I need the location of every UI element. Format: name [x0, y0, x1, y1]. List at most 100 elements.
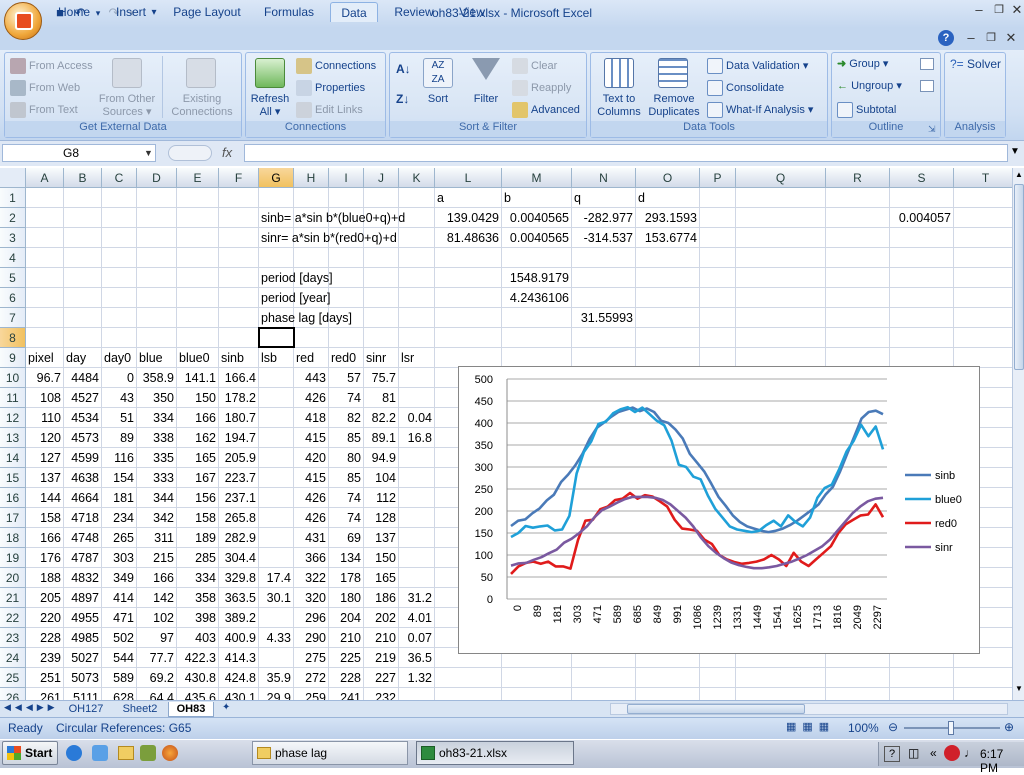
table-cell[interactable]: 120 — [26, 428, 64, 448]
table-cell[interactable]: 178 — [329, 568, 364, 588]
clear-button[interactable]: Clear — [512, 58, 557, 74]
table-cell[interactable]: 188 — [26, 568, 64, 588]
column-header-h[interactable]: H — [294, 168, 329, 188]
cell-k9[interactable]: lsr — [401, 348, 414, 368]
row-header-10[interactable]: 10 — [0, 368, 26, 388]
table-cell[interactable]: 210 — [329, 628, 364, 648]
table-cell[interactable]: 400.9 — [219, 628, 259, 648]
table-cell[interactable]: 322 — [294, 568, 329, 588]
horizontal-scroll-thumb[interactable] — [627, 704, 805, 714]
text-to-columns-button[interactable]: Text to Columns — [594, 93, 644, 119]
name-box-dropdown-icon[interactable]: ▼ — [144, 148, 153, 158]
cell-j9[interactable]: sinr — [366, 348, 386, 368]
table-cell[interactable]: 112 — [364, 488, 399, 508]
from-web-button[interactable]: From Web — [10, 80, 80, 96]
cell-o2[interactable]: 293.1593 — [638, 208, 700, 228]
table-cell[interactable]: 17.4 — [259, 568, 294, 588]
consolidate-button[interactable]: Consolidate — [707, 80, 784, 96]
table-cell[interactable]: 134 — [329, 548, 364, 568]
help-icon[interactable]: ? — [938, 30, 954, 46]
table-cell[interactable]: 82.2 — [364, 408, 399, 428]
table-cell[interactable]: 74 — [329, 388, 364, 408]
table-cell[interactable]: 16.8 — [399, 428, 435, 448]
table-cell[interactable]: 64.4 — [137, 688, 177, 700]
table-cell[interactable]: 241 — [329, 688, 364, 700]
table-cell[interactable]: 116 — [102, 448, 137, 468]
expand-formula-bar-icon[interactable]: ▼ — [1010, 146, 1020, 157]
tools-icon[interactable] — [140, 745, 156, 761]
table-cell[interactable]: 422.3 — [177, 648, 219, 668]
table-cell[interactable]: 4638 — [64, 468, 102, 488]
table-cell[interactable]: 389.2 — [219, 608, 259, 628]
cell-n3[interactable]: -314.537 — [574, 228, 636, 248]
table-cell[interactable]: 350 — [137, 388, 177, 408]
cell-o3[interactable]: 153.6774 — [638, 228, 700, 248]
column-header-j[interactable]: J — [364, 168, 399, 188]
table-cell[interactable]: 349 — [102, 568, 137, 588]
formula-input[interactable] — [244, 144, 1008, 162]
table-cell[interactable]: 4897 — [64, 588, 102, 608]
table-cell[interactable]: 69 — [329, 528, 364, 548]
table-cell[interactable]: 156 — [177, 488, 219, 508]
table-cell[interactable]: 85 — [329, 428, 364, 448]
cell-n1[interactable]: q — [574, 188, 581, 208]
row-header-5[interactable]: 5 — [0, 268, 26, 288]
table-cell[interactable]: 363.5 — [219, 588, 259, 608]
table-cell[interactable]: 342 — [137, 508, 177, 528]
cell-i9[interactable]: red0 — [331, 348, 356, 368]
table-cell[interactable]: 261 — [26, 688, 64, 700]
edit-links-button[interactable]: Edit Links — [296, 102, 363, 118]
table-cell[interactable]: 5111 — [64, 688, 102, 700]
vertical-scroll-thumb[interactable] — [1014, 184, 1024, 370]
table-cell[interactable]: 502 — [102, 628, 137, 648]
tab-review[interactable]: Review — [388, 2, 440, 22]
table-cell[interactable]: 35.9 — [259, 668, 294, 688]
table-cell[interactable]: 150 — [364, 548, 399, 568]
table-cell[interactable]: 165 — [364, 568, 399, 588]
table-cell[interactable]: 85 — [329, 468, 364, 488]
hide-detail-icon[interactable] — [920, 80, 934, 92]
table-cell[interactable]: 205.9 — [219, 448, 259, 468]
row-header-12[interactable]: 12 — [0, 408, 26, 428]
table-cell[interactable]: 4527 — [64, 388, 102, 408]
table-cell[interactable]: 227 — [364, 668, 399, 688]
tab-page-layout[interactable]: Page Layout — [166, 2, 248, 22]
cell-g3[interactable]: sinr= a*sin b*(red0+q)+d — [261, 228, 397, 248]
table-cell[interactable]: 137 — [26, 468, 64, 488]
table-cell[interactable]: 36.5 — [399, 648, 435, 668]
table-cell[interactable]: 5073 — [64, 668, 102, 688]
table-cell[interactable]: 43 — [102, 388, 137, 408]
cell-o1[interactable]: d — [638, 188, 645, 208]
table-cell[interactable]: 29.9 — [259, 688, 294, 700]
tab-insert[interactable]: Insert — [108, 2, 154, 22]
from-access-button[interactable]: From Access — [10, 58, 93, 74]
table-cell[interactable]: 30.1 — [259, 588, 294, 608]
table-cell[interactable]: 338 — [137, 428, 177, 448]
table-cell[interactable]: 358.9 — [137, 368, 177, 388]
table-cell[interactable]: 366 — [294, 548, 329, 568]
table-cell[interactable]: 4.01 — [399, 608, 435, 628]
existing-connections-button[interactable]: Existing Connections — [166, 93, 238, 119]
scroll-up-icon[interactable]: ▲ — [1014, 170, 1024, 184]
table-cell[interactable]: 102 — [137, 608, 177, 628]
cell-m6[interactable]: 4.2436106 — [504, 288, 572, 308]
table-cell[interactable]: 0 — [102, 368, 137, 388]
column-header-p[interactable]: P — [700, 168, 736, 188]
cell-s2[interactable]: 0.004057 — [892, 208, 954, 228]
tab-data[interactable]: Data — [330, 2, 378, 22]
column-header-q[interactable]: Q — [736, 168, 826, 188]
table-cell[interactable]: 137 — [364, 528, 399, 548]
table-cell[interactable]: 158 — [26, 508, 64, 528]
close-icon[interactable]: ✕ — [1008, 2, 1024, 18]
table-cell[interactable]: 96.7 — [26, 368, 64, 388]
from-other-sources-button[interactable]: From Other Sources ▾ — [96, 93, 158, 119]
sheet-tab-oh127[interactable]: OH127 — [60, 702, 112, 717]
table-cell[interactable]: 4573 — [64, 428, 102, 448]
cell-m5[interactable]: 1548.9179 — [504, 268, 572, 288]
column-header-b[interactable]: B — [64, 168, 102, 188]
table-cell[interactable]: 4748 — [64, 528, 102, 548]
table-cell[interactable]: 344 — [137, 488, 177, 508]
language-tray-icon[interactable]: ◫ — [908, 746, 919, 760]
row-header-3[interactable]: 3 — [0, 228, 26, 248]
table-cell[interactable]: 186 — [364, 588, 399, 608]
